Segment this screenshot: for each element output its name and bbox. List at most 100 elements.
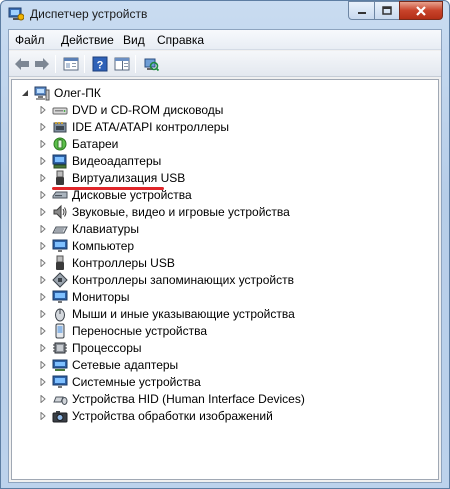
tree-item-label: DVD и CD-ROM дисководы: [72, 102, 224, 117]
tree-root-label: Олег-ПК: [54, 85, 101, 100]
tree-item[interactable]: Батареи: [38, 135, 118, 152]
scan-hardware-button[interactable]: [141, 54, 161, 74]
menu-view[interactable]: Вид: [123, 33, 145, 47]
tree-item-label: Устройства обработки изображений: [72, 408, 273, 423]
window-title: Диспетчер устройств: [30, 7, 148, 21]
expand-arrow-icon[interactable]: [38, 258, 48, 268]
processor-icon: [53, 342, 67, 353]
portable-device-icon: [55, 323, 65, 338]
expand-arrow-icon[interactable]: [38, 343, 48, 353]
help-button[interactable]: ?: [90, 54, 110, 74]
tree-item-label: Звуковые, видео и игровые устройства: [72, 204, 290, 219]
tree-item[interactable]: Устройства обработки изображений: [38, 407, 273, 424]
collapse-arrow-icon[interactable]: [20, 88, 30, 98]
hid-icon: [53, 396, 68, 405]
tree-item[interactable]: DVD и CD-ROM дисководы: [38, 101, 223, 118]
tree-item[interactable]: Устройства HID (Human Interface Devices): [38, 390, 305, 407]
maximize-icon: [382, 6, 392, 15]
expand-arrow-icon[interactable]: [38, 122, 48, 132]
tree-item[interactable]: Видеоадаптеры: [38, 152, 161, 169]
red-underline-annotation: [52, 187, 164, 190]
tree-item[interactable]: IDE ATA/ATAPI контроллеры: [38, 118, 229, 135]
minimize-button[interactable]: [348, 1, 375, 20]
menu-view-label: Вид: [123, 33, 145, 47]
tree-item[interactable]: Процессоры: [38, 339, 142, 356]
back-button[interactable]: [12, 54, 32, 74]
tree-item[interactable]: Звуковые, видео и игровые устройства: [38, 203, 290, 220]
show-hide-button[interactable]: [112, 54, 132, 74]
toolbar: ?: [9, 51, 441, 77]
ide-controller-icon: [53, 121, 67, 132]
tree-item-label: Контроллеры USB: [72, 255, 175, 270]
forward-button[interactable]: [32, 54, 52, 74]
properties-icon: [63, 57, 79, 71]
expand-arrow-icon[interactable]: [38, 156, 48, 166]
expand-arrow-icon[interactable]: [38, 326, 48, 336]
dvd-drive-icon: [52, 107, 68, 114]
expand-arrow-icon[interactable]: [38, 190, 48, 200]
tree-item-label: Батареи: [72, 136, 119, 151]
mouse-icon: [55, 308, 65, 321]
expand-arrow-icon[interactable]: [38, 309, 48, 319]
menu-file[interactable]: Файл: [15, 33, 45, 47]
back-icon: [15, 58, 29, 70]
menu-file-label: Файл: [15, 33, 45, 47]
expand-arrow-icon[interactable]: [38, 292, 48, 302]
tree-item-label: Видеоадаптеры: [72, 153, 162, 168]
keyboard-icon: [52, 226, 68, 233]
tree-item-label: Мыши и иные указывающие устройства: [72, 306, 295, 321]
imaging-device-icon: [52, 410, 68, 422]
maximize-button[interactable]: [374, 1, 400, 20]
expand-arrow-icon[interactable]: [38, 377, 48, 387]
tree-item[interactable]: Мыши и иные указывающие устройства: [38, 305, 295, 322]
expand-arrow-icon[interactable]: [38, 394, 48, 404]
tree-item[interactable]: Мониторы: [38, 288, 129, 305]
device-manager-window: Диспетчер устройств Файл Действие Вид Сп…: [0, 0, 450, 489]
expand-arrow-icon[interactable]: [38, 411, 48, 421]
tree-root-node[interactable]: Олег-ПК: [20, 84, 101, 101]
tree-item-label: Компьютер: [72, 238, 135, 253]
tree-item[interactable]: Клавиатуры: [38, 220, 139, 237]
tree-item[interactable]: Контроллеры запоминающих устройств: [38, 271, 294, 288]
tree-item-label: Виртуализация USB: [72, 170, 186, 185]
sound-icon: [53, 204, 67, 219]
minimize-icon: [357, 11, 366, 14]
device-tree[interactable]: Олег-ПК DVD и CD-ROM дисководы IDE ATA/A…: [11, 79, 439, 480]
monitor-computer-icon: [52, 239, 68, 252]
tree-item-label: Системные устройства: [72, 374, 201, 389]
tree-item-label: Мониторы: [72, 289, 130, 304]
close-button[interactable]: [399, 1, 443, 20]
tree-item[interactable]: Переносные устройства: [38, 322, 207, 339]
display-adapter-icon: [52, 154, 67, 168]
title-bar[interactable]: Диспетчер устройств: [1, 1, 449, 27]
tree-item-label: Сетевые адаптеры: [72, 357, 179, 372]
expand-arrow-icon[interactable]: [38, 139, 48, 149]
tree-item[interactable]: Контроллеры USB: [38, 254, 175, 271]
tree-item[interactable]: Сетевые адаптеры: [38, 356, 178, 373]
expand-arrow-icon[interactable]: [38, 275, 48, 285]
tree-item-label: Контроллеры запоминающих устройств: [72, 272, 294, 287]
tree-item[interactable]: Виртуализация USB: [38, 169, 185, 186]
show-hide-icon: [114, 57, 130, 71]
tree-item-label: Устройства HID (Human Interface Devices): [72, 391, 305, 406]
toolbar-separator: [135, 55, 136, 73]
expand-arrow-icon[interactable]: [38, 224, 48, 234]
expand-arrow-icon[interactable]: [38, 241, 48, 251]
tree-item-label: Процессоры: [72, 340, 142, 355]
tree-item-label: Клавиатуры: [72, 221, 139, 236]
close-icon: [416, 5, 426, 16]
usb-virtualization-icon: [56, 170, 64, 185]
tree-item[interactable]: Компьютер: [38, 237, 134, 254]
expand-arrow-icon[interactable]: [38, 105, 48, 115]
expand-arrow-icon[interactable]: [38, 173, 48, 183]
expand-arrow-icon[interactable]: [38, 207, 48, 217]
menu-help[interactable]: Справка: [157, 33, 204, 47]
properties-button[interactable]: [61, 54, 81, 74]
expand-arrow-icon[interactable]: [38, 360, 48, 370]
storage-controller-icon: [52, 271, 68, 288]
forward-icon: [35, 58, 49, 70]
menu-action[interactable]: Действие: [61, 33, 114, 47]
tree-item[interactable]: Системные устройства: [38, 373, 201, 390]
svg-text:?: ?: [97, 60, 104, 72]
toolbar-separator: [55, 55, 56, 73]
